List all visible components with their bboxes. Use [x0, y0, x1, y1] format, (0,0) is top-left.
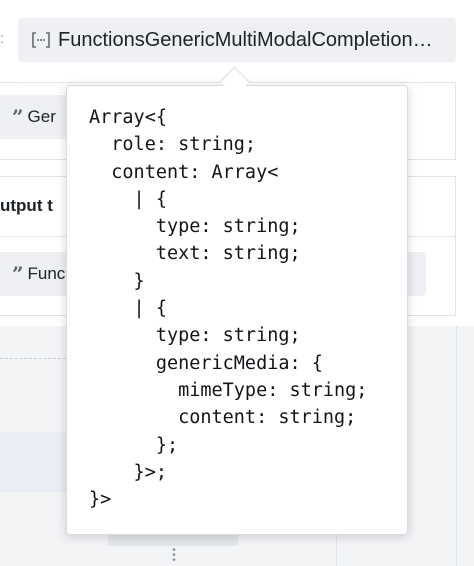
type-chip[interactable]: FunctionsGenericMultiModalCompletion… — [18, 18, 456, 62]
code-line: | { — [89, 188, 167, 210]
code-line: genericMedia: { — [89, 352, 323, 374]
type-definition-code: Array<{ role: string; content: Array< | … — [89, 104, 367, 513]
divider — [18, 82, 398, 83]
type-definition-popover: Array<{ role: string; content: Array< | … — [66, 85, 408, 535]
output-type-row-label: Func — [27, 264, 66, 283]
quote-icon: ” — [12, 262, 23, 286]
drag-handle-icon[interactable]: • • • — [171, 546, 177, 566]
code-line: }>; — [89, 461, 167, 483]
bracket-type-icon — [30, 29, 52, 51]
divider — [0, 358, 66, 359]
input-type-row-label: Ger — [27, 107, 56, 126]
code-line: content: string; — [89, 407, 357, 429]
output-type-heading: utput t — [0, 196, 53, 215]
code-line: text: string; — [89, 243, 301, 265]
overflow-handle-icon: : — [0, 30, 4, 46]
code-line: Array<{ — [89, 107, 167, 128]
code-line: mimeType: string; — [89, 379, 368, 401]
type-chip-label: FunctionsGenericMultiModalCompletion… — [58, 28, 433, 51]
code-line: type: string; — [89, 216, 301, 238]
code-line: type: string; — [89, 325, 301, 347]
code-line: } — [89, 270, 145, 292]
code-line: }> — [89, 489, 112, 511]
panel-divider — [456, 326, 457, 566]
code-line: }; — [89, 434, 179, 456]
code-line: | { — [89, 298, 167, 320]
code-line: role: string; — [89, 134, 257, 156]
code-line: content: Array< — [89, 161, 279, 183]
highlighted-panel — [0, 432, 66, 492]
quote-icon: ” — [12, 105, 23, 129]
